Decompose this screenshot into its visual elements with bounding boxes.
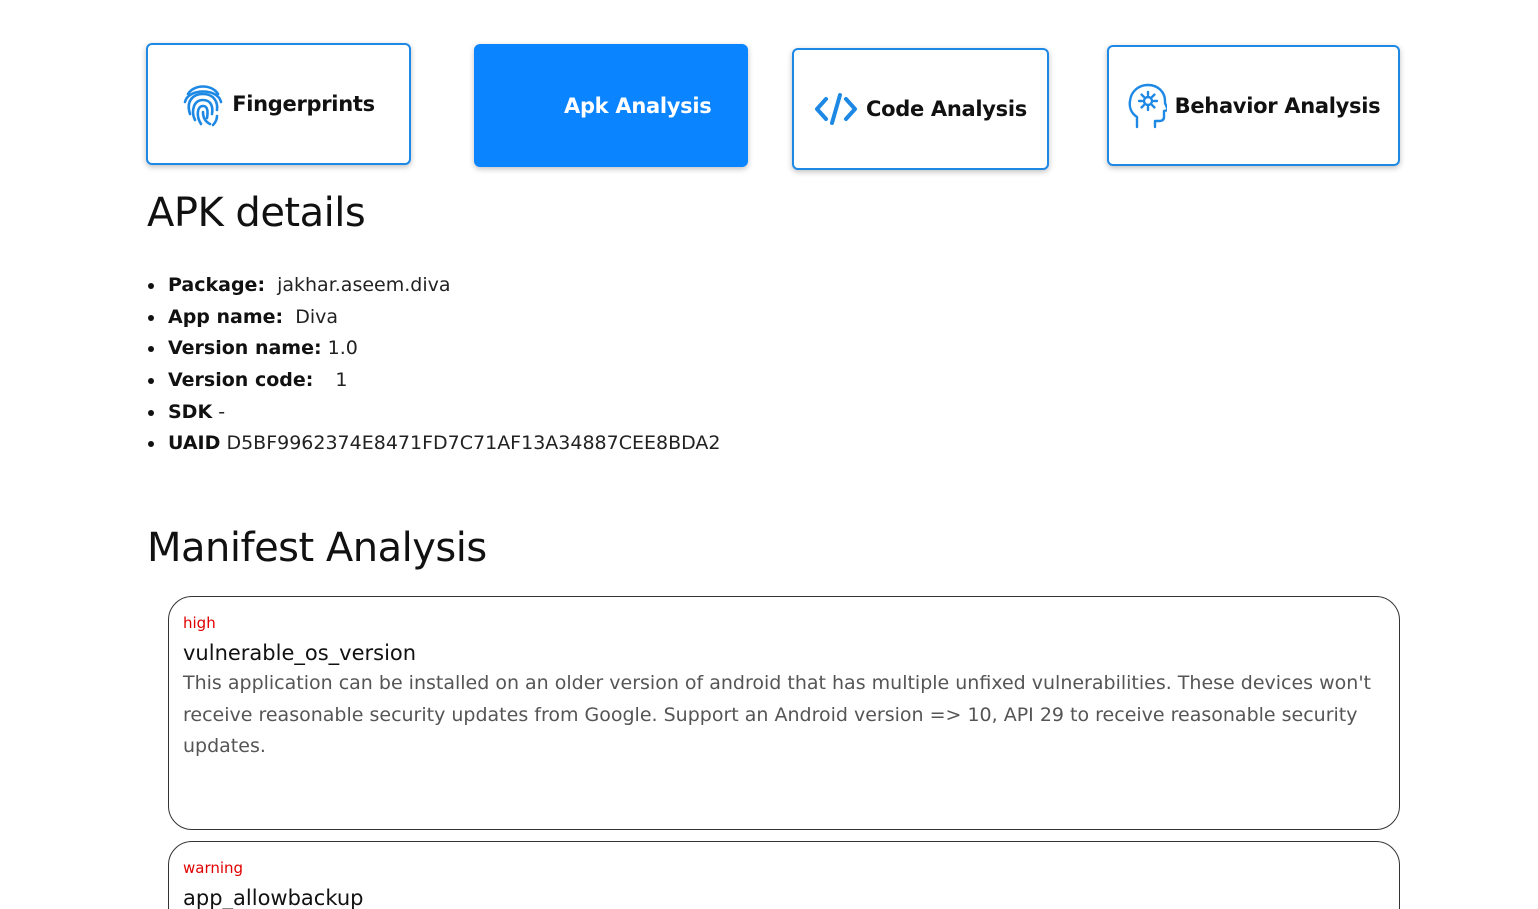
finding-card: high vulnerable_os_version This applicat…	[168, 596, 1400, 830]
severity-label: high	[183, 614, 216, 632]
fingerprint-icon	[182, 80, 224, 128]
tab-label: Behavior Analysis	[1174, 93, 1381, 118]
manifest-analysis-heading: Manifest Analysis	[147, 525, 487, 571]
tab-apk-analysis[interactable]: Apk Analysis	[474, 44, 748, 167]
apk-details-heading: APK details	[147, 190, 366, 236]
finding-description: This application can be installed on an …	[183, 672, 1372, 757]
detail-value: 1.0	[327, 337, 358, 360]
detail-package: Package: jakhar.aseem.diva	[148, 270, 721, 302]
page: Fingerprints Apk Analysis Code Analysis …	[0, 0, 1538, 909]
finding-title: vulnerable_os_version	[183, 641, 417, 665]
tab-code-analysis[interactable]: Code Analysis	[792, 48, 1049, 170]
detail-uaid: UAID D5BF9962374E8471FD7C71AF13A34887CEE…	[148, 428, 721, 460]
detail-version-name: Version name: 1.0	[148, 333, 721, 365]
detail-value: D5BF9962374E8471FD7C71AF13A34887CEE8BDA2	[226, 432, 721, 455]
detail-key: UAID	[168, 432, 221, 455]
detail-value: Diva	[295, 305, 338, 328]
detail-app-name: App name: Diva	[148, 302, 721, 334]
tab-label: Fingerprints	[232, 92, 375, 116]
detail-sdk: SDK -	[148, 397, 721, 429]
detail-key: Package:	[168, 274, 266, 296]
detail-value: 1	[335, 369, 348, 392]
code-icon	[814, 92, 858, 126]
tab-fingerprints[interactable]: Fingerprints	[146, 43, 411, 165]
detail-value: -	[218, 400, 226, 423]
tab-label: Apk Analysis	[564, 93, 712, 118]
detail-key: Version code:	[168, 369, 314, 392]
detail-value: jakhar.aseem.diva	[277, 274, 451, 296]
finding-title: app_allowbackup	[183, 886, 364, 909]
tab-behavior-analysis[interactable]: Behavior Analysis	[1107, 45, 1400, 166]
detail-key: Version name:	[168, 337, 322, 360]
detail-version-code: Version code: 1	[148, 365, 721, 397]
finding-card: warning app_allowbackup	[168, 841, 1400, 909]
severity-label: warning	[183, 859, 244, 877]
detail-key: SDK	[168, 400, 213, 423]
apk-details-list: Package: jakhar.aseem.diva App name: Div…	[148, 270, 721, 460]
detail-key: App name:	[168, 305, 284, 328]
head-gear-icon	[1127, 83, 1167, 129]
tab-label: Code Analysis	[866, 97, 1027, 121]
